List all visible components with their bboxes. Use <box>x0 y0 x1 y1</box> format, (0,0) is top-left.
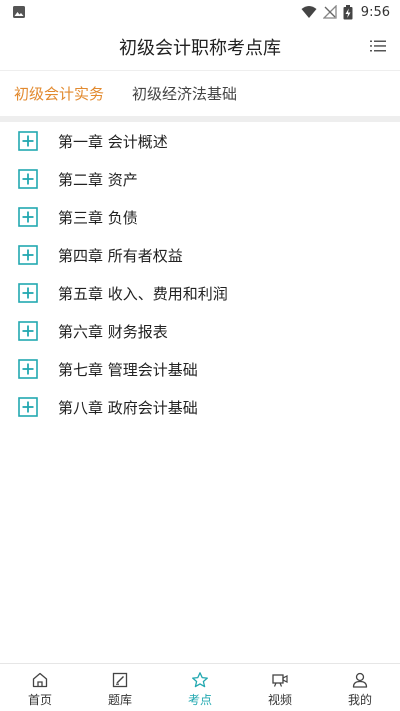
chapter-list: 第一章 会计概述 第二章 资产 第三章 负债 第四章 所有者权益 第五章 收入、… <box>0 122 400 426</box>
chapter-label: 第六章 财务报表 <box>58 322 168 341</box>
nav-label: 首页 <box>27 692 52 707</box>
status-bar: 9:56 <box>0 0 400 24</box>
chapter-item[interactable]: 第五章 收入、费用和利润 <box>0 274 400 312</box>
chapter-item[interactable]: 第四章 所有者权益 <box>0 236 400 274</box>
battery-charging-icon <box>343 4 353 19</box>
star-icon <box>192 671 208 687</box>
expand-plus-icon[interactable] <box>18 283 38 303</box>
nav-question-bank[interactable]: 题库 <box>80 664 160 711</box>
wifi-icon <box>301 6 317 18</box>
expand-plus-icon[interactable] <box>18 359 38 379</box>
expand-plus-icon[interactable] <box>18 397 38 417</box>
chapter-item[interactable]: 第七章 管理会计基础 <box>0 350 400 388</box>
tab-accounting-practice[interactable]: 初级会计实务 <box>14 83 104 104</box>
nav-home[interactable]: 首页 <box>0 664 80 711</box>
status-time: 9:56 <box>360 4 390 20</box>
chapter-label: 第八章 政府会计基础 <box>58 398 198 417</box>
edit-icon <box>112 672 128 687</box>
list-menu-icon[interactable] <box>370 39 386 53</box>
chapter-label: 第二章 资产 <box>58 170 138 189</box>
expand-plus-icon[interactable] <box>18 321 38 341</box>
expand-plus-icon[interactable] <box>18 131 38 151</box>
tab-economic-law[interactable]: 初级经济法基础 <box>132 83 237 104</box>
chapter-item[interactable]: 第一章 会计概述 <box>0 122 400 160</box>
nav-label: 视频 <box>267 692 292 707</box>
image-icon <box>13 6 25 18</box>
nav-key-points[interactable]: 考点 <box>160 664 240 711</box>
chapter-label: 第七章 管理会计基础 <box>58 360 198 379</box>
chapter-label: 第一章 会计概述 <box>58 132 168 151</box>
user-icon <box>352 672 368 688</box>
nav-label: 我的 <box>347 692 372 707</box>
home-icon <box>32 672 48 687</box>
chapter-item[interactable]: 第八章 政府会计基础 <box>0 388 400 426</box>
subject-tabs: 初级会计实务 初级经济法基础 <box>0 70 400 116</box>
nav-mine[interactable]: 我的 <box>320 664 400 711</box>
bottom-nav: 首页 题库 考点 视频 我的 <box>0 663 400 711</box>
chapter-item[interactable]: 第六章 财务报表 <box>0 312 400 350</box>
expand-plus-icon[interactable] <box>18 169 38 189</box>
chapter-item[interactable]: 第三章 负债 <box>0 198 400 236</box>
chapter-item[interactable]: 第二章 资产 <box>0 160 400 198</box>
nav-video[interactable]: 视频 <box>240 664 320 711</box>
page-title: 初级会计职称考点库 <box>119 38 281 59</box>
no-signal-icon <box>322 5 337 19</box>
app-header: 初级会计职称考点库 <box>0 24 400 70</box>
chapter-label: 第三章 负债 <box>58 208 138 227</box>
video-icon <box>272 673 288 687</box>
chapter-label: 第五章 收入、费用和利润 <box>58 284 228 303</box>
chapter-label: 第四章 所有者权益 <box>58 246 183 265</box>
nav-label: 考点 <box>187 692 212 707</box>
expand-plus-icon[interactable] <box>18 207 38 227</box>
nav-label: 题库 <box>107 692 132 707</box>
expand-plus-icon[interactable] <box>18 245 38 265</box>
